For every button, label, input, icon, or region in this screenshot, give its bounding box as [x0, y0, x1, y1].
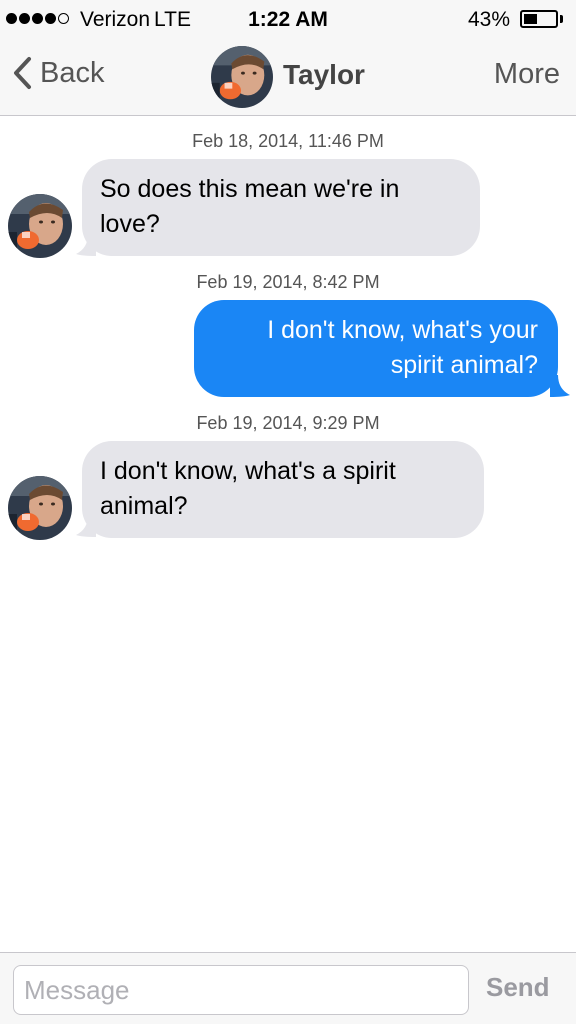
message-composer: Send: [0, 952, 576, 1024]
battery-percent: 43%: [468, 8, 511, 31]
contact-name: Taylor: [283, 59, 365, 90]
bubble-tail: [550, 375, 570, 397]
send-button[interactable]: Send: [486, 972, 550, 1003]
status-bar: Verizon LTE 1:22 AM 43%: [0, 0, 576, 40]
message-line: spirit animal?: [390, 351, 538, 379]
message-bubble-incoming[interactable]: So does this mean we're in love?: [82, 159, 480, 256]
message-timestamp: Feb 18, 2014, 11:46 PM: [192, 131, 384, 151]
contact-avatar[interactable]: [8, 476, 72, 540]
battery-level: [524, 14, 537, 24]
contact-avatar[interactable]: [8, 194, 72, 258]
contact-avatar[interactable]: [211, 46, 273, 108]
avatar-image: [8, 194, 72, 258]
nav-bar: Back Taylor More: [0, 40, 576, 116]
message-line: I don't know, what's your: [267, 316, 538, 344]
message-bubble-incoming[interactable]: I don't know, what's a spirit animal?: [82, 441, 484, 538]
avatar-image: [8, 476, 72, 540]
back-button[interactable]: Back: [12, 56, 104, 90]
message-timestamp: Feb 19, 2014, 8:42 PM: [196, 272, 380, 292]
message-timestamp: Feb 19, 2014, 9:29 PM: [196, 413, 380, 433]
message-line: love?: [100, 210, 160, 238]
message-line: animal?: [100, 492, 188, 520]
message-bubble-outgoing[interactable]: I don't know, what's your spirit animal?: [194, 300, 558, 397]
message-input[interactable]: [13, 965, 469, 1015]
back-label: Back: [40, 56, 105, 89]
message-line: I don't know, what's a spirit: [100, 457, 396, 485]
battery-icon: [520, 10, 558, 28]
chevron-left-icon: [14, 57, 31, 89]
battery-tip-icon: [560, 15, 563, 23]
avatar-image: [211, 46, 273, 108]
message-line: So does this mean we're in: [100, 175, 400, 203]
more-button[interactable]: More: [494, 58, 560, 91]
